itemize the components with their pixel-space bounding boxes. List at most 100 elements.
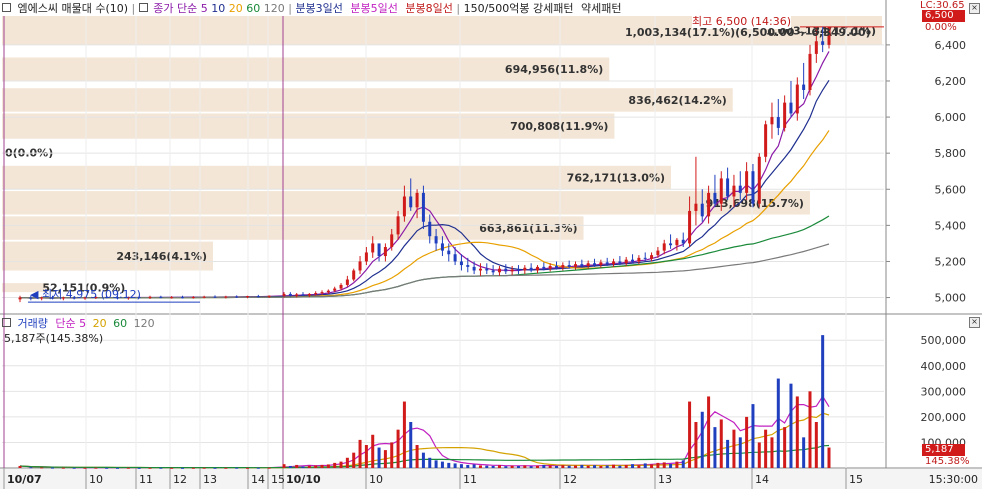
chart-canvas[interactable]: 1,003,134(17.1%)694,956(11.8%)836,462(14… (0, 0, 982, 489)
candle-body (339, 284, 343, 289)
volume-bar (235, 467, 239, 469)
candle-body (504, 268, 508, 272)
volume-bar (776, 378, 780, 468)
price-tick-label: 6,400 (935, 39, 967, 52)
ma-settings-icon[interactable] (138, 3, 148, 12)
volume-pane-close-icon[interactable]: × (969, 317, 980, 328)
price-tick-label: 5,000 (935, 292, 967, 305)
candle-body (688, 210, 692, 244)
volume-bar (593, 465, 597, 468)
volume-bar (808, 391, 812, 468)
candle-body (333, 288, 337, 291)
candle-line-8-label[interactable]: 분봉8일선 (405, 2, 452, 15)
price-tick-label: 5,400 (935, 219, 967, 232)
volume-bar (256, 467, 260, 469)
candle-body (574, 264, 578, 267)
candle-body (320, 292, 324, 294)
candle-line-5-label[interactable]: 분봉5일선 (350, 2, 397, 15)
candle-body (170, 297, 174, 299)
candle-body (726, 178, 730, 197)
volume-bar (783, 427, 787, 468)
volume-bar (713, 427, 717, 468)
candle-body (669, 243, 673, 246)
time-tick-label: 12 (173, 473, 187, 486)
volume-profile-label: 762,171(13.0%) (567, 172, 665, 185)
candle-body (523, 267, 527, 271)
volume-bar (333, 462, 337, 468)
legend-separator: | (131, 2, 139, 15)
vol-ma60-label: 60 (113, 317, 128, 330)
price-tick-label: 5,200 (935, 255, 967, 268)
price-tick-label: 6,000 (935, 111, 967, 124)
volume-bar (789, 383, 793, 468)
volume-tick-label: 300,000 (921, 385, 967, 398)
candle-body (148, 296, 152, 298)
volume-bar (542, 464, 546, 468)
volume-settings-icon[interactable] (2, 318, 11, 327)
ma10-label: 10 (211, 2, 226, 15)
volume-bar (802, 437, 806, 468)
volume-profile-band (2, 88, 733, 112)
volume-bar (757, 442, 761, 468)
volume-bar (159, 467, 163, 469)
price-pane-close-icon[interactable]: × (969, 3, 980, 14)
candle-body (485, 268, 489, 271)
volume-bar (148, 467, 152, 469)
volume-bar (497, 465, 501, 468)
candle-line-3-label[interactable]: 분봉3일선 (295, 2, 342, 15)
ma-label[interactable]: 종가 단순 (153, 2, 197, 15)
volume-bar (770, 437, 774, 468)
volume-bar (656, 462, 660, 468)
candle-body (459, 261, 463, 266)
volume-bar (472, 464, 476, 468)
candle-body (478, 268, 482, 271)
candle-body (770, 117, 774, 125)
volume-bar (485, 465, 489, 468)
volume-bar (170, 467, 174, 469)
time-tick-label: 11 (139, 473, 153, 486)
volume-tick-label: 500,000 (921, 334, 967, 347)
volume-bar (288, 465, 292, 468)
volume-bar (371, 434, 375, 468)
candle-body (707, 192, 711, 217)
candle-body (732, 185, 736, 197)
volume-bar (440, 461, 444, 468)
volume-bar (383, 450, 387, 468)
candle-body (213, 296, 217, 298)
volume-bar (580, 464, 584, 468)
volume-bar (453, 463, 457, 468)
candle-body (764, 124, 768, 157)
price-tick-label: 5,800 (935, 147, 967, 160)
volume-bar (301, 466, 305, 468)
price-tick-label: 6,200 (935, 75, 967, 88)
volume-bar (29, 467, 33, 469)
candle-body (802, 84, 806, 90)
volume-bar (504, 466, 508, 468)
volume-bar (72, 467, 76, 469)
time-tick-label: 14 (251, 473, 265, 486)
current-price-tag: 6,500 (922, 10, 965, 22)
candle-body (497, 268, 501, 273)
volume-bar (814, 422, 818, 468)
volume-bar (529, 466, 533, 468)
volume-bar (662, 462, 666, 468)
candle-body (542, 266, 546, 269)
candle-body (415, 192, 419, 208)
candle-body (396, 216, 400, 235)
volume-bar (202, 467, 206, 469)
range-annotation: 1,003,134(17.1%)(6,500.00 ~ 6,349.00) (625, 26, 871, 39)
weak-pattern-label[interactable]: 약세패턴 (581, 2, 621, 15)
time-tick-label: 10/10 (286, 473, 321, 486)
candle-body (612, 261, 616, 265)
candle-body (694, 203, 698, 211)
candle-body (345, 279, 349, 285)
volume-bar (478, 465, 482, 468)
volume-bar (726, 439, 730, 468)
strong-pattern-label[interactable]: 150/500억봉 강세패턴 (464, 2, 574, 15)
volume-bar (707, 396, 711, 468)
pane-collapse-icon[interactable] (2, 3, 11, 12)
candle-body (181, 297, 184, 299)
volume-ma-label[interactable]: 단순 (55, 317, 75, 330)
volume-bar (631, 464, 635, 468)
candle-body (567, 265, 571, 267)
